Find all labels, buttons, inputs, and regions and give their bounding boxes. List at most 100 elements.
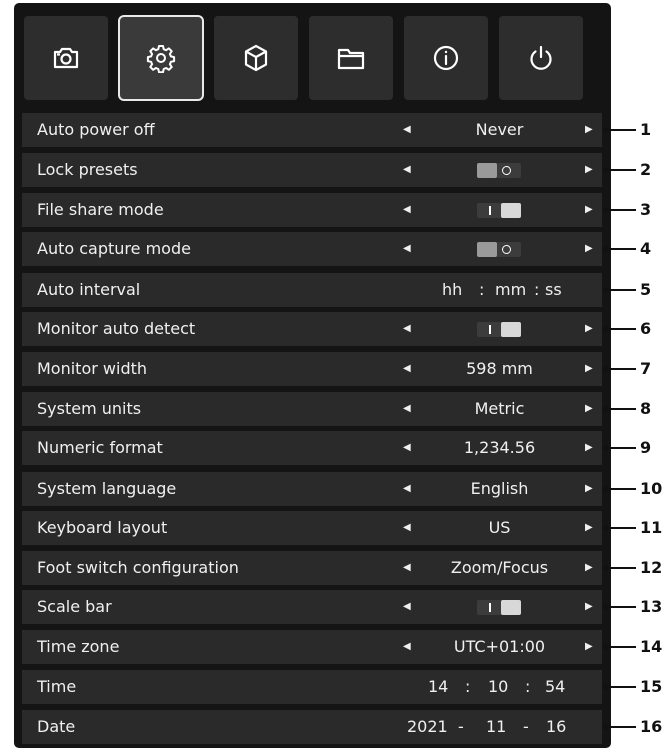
setting-value: Metric	[474, 399, 525, 418]
tab-camera[interactable]	[24, 16, 108, 100]
setting-keyboard-layout[interactable]: Keyboard layout ◀ US ▶	[22, 511, 602, 545]
arrow-left-icon[interactable]: ◀	[403, 551, 411, 585]
month-field[interactable]: 11	[486, 710, 506, 744]
callout-number: 9	[640, 438, 652, 457]
setting-foot-switch-configuration[interactable]: Foot switch configuration ◀ Zoom/Focus ▶	[22, 551, 602, 585]
setting-monitor-width[interactable]: Monitor width ◀ 598 mm ▶	[22, 352, 602, 386]
arrow-right-icon[interactable]: ▶	[585, 630, 593, 664]
setting-time-zone[interactable]: Time zone ◀ UTC+01:00 ▶	[22, 630, 602, 664]
time-separator: :	[479, 280, 485, 299]
setting-system-language[interactable]: System language ◀ English ▶	[22, 472, 602, 506]
setting-date[interactable]: Date 2021 - 11 - 16	[22, 710, 602, 744]
setting-numeric-format[interactable]: Numeric format ◀ 1,234.56 ▶	[22, 431, 602, 465]
day-field[interactable]: 16	[546, 710, 566, 744]
arrow-left-icon[interactable]: ◀	[403, 511, 411, 545]
arrow-right-icon[interactable]: ▶	[585, 113, 593, 147]
setting-value: 598 mm	[466, 359, 533, 378]
callout-dot	[603, 366, 609, 372]
arrow-left-icon[interactable]: ◀	[403, 153, 411, 187]
setting-system-units[interactable]: System units ◀ Metric ▶	[22, 392, 602, 426]
callout-dot	[603, 486, 609, 492]
setting-value: Never	[475, 120, 524, 139]
arrow-right-icon[interactable]: ▶	[585, 431, 593, 465]
arrow-right-icon[interactable]: ▶	[585, 551, 593, 585]
tab-files[interactable]	[309, 16, 393, 100]
callout-number: 4	[640, 239, 652, 258]
setting-auto-power-off[interactable]: Auto power off ◀ Never ▶	[22, 113, 602, 147]
arrow-right-icon[interactable]: ▶	[585, 392, 593, 426]
arrow-right-icon[interactable]: ▶	[585, 352, 593, 386]
tab-power[interactable]	[499, 16, 583, 100]
arrow-left-icon[interactable]: ◀	[403, 352, 411, 386]
callout-line	[606, 447, 636, 449]
toggle-knob	[477, 163, 497, 178]
arrow-left-icon[interactable]: ◀	[403, 113, 411, 147]
seconds-field[interactable]: ss	[545, 273, 562, 307]
callout-line	[606, 567, 636, 569]
toggle-off-symbol	[502, 166, 511, 175]
toggle-switch[interactable]	[477, 242, 521, 257]
arrow-left-icon[interactable]: ◀	[403, 232, 411, 266]
setting-lock-presets[interactable]: Lock presets ◀ ▶	[22, 153, 602, 187]
time-separator: :	[525, 677, 531, 696]
tab-info[interactable]	[404, 16, 488, 100]
callout-line	[606, 289, 636, 291]
setting-label: Scale bar	[37, 597, 112, 616]
callout-line	[606, 209, 636, 211]
toggle-knob	[501, 600, 521, 615]
arrow-right-icon[interactable]: ▶	[585, 153, 593, 187]
callout-number: 10	[640, 479, 663, 498]
setting-auto-interval[interactable]: Auto interval hh : mm : ss	[22, 273, 602, 307]
callout-number: 6	[640, 319, 652, 338]
toggle-switch[interactable]	[477, 600, 521, 615]
toggle-off-symbol	[502, 245, 511, 254]
arrow-left-icon[interactable]: ◀	[403, 193, 411, 227]
setting-scale-bar[interactable]: Scale bar ◀ ▶	[22, 590, 602, 624]
arrow-left-icon[interactable]: ◀	[403, 312, 411, 346]
arrow-left-icon[interactable]: ◀	[403, 472, 411, 506]
arrow-left-icon[interactable]: ◀	[403, 590, 411, 624]
arrow-right-icon[interactable]: ▶	[585, 232, 593, 266]
callout-number: 16	[640, 717, 663, 736]
arrow-right-icon[interactable]: ▶	[585, 193, 593, 227]
hours-field[interactable]: hh	[442, 273, 462, 307]
setting-label: Monitor auto detect	[37, 319, 196, 338]
tab-3d[interactable]	[214, 16, 298, 100]
toggle-knob	[501, 322, 521, 337]
arrow-right-icon[interactable]: ▶	[585, 312, 593, 346]
callout-dot	[603, 724, 609, 730]
toggle-switch[interactable]	[477, 322, 521, 337]
callout-dot	[603, 287, 609, 293]
minutes-field[interactable]: 10	[488, 670, 508, 704]
gear-icon	[146, 45, 176, 73]
setting-label: Keyboard layout	[37, 518, 168, 537]
arrow-left-icon[interactable]: ◀	[403, 431, 411, 465]
setting-label: Time	[37, 677, 77, 696]
setting-time[interactable]: Time 14 : 10 : 54	[22, 670, 602, 704]
callout-dot	[603, 326, 609, 332]
arrow-right-icon[interactable]: ▶	[585, 590, 593, 624]
toggle-switch[interactable]	[477, 203, 521, 218]
setting-monitor-auto-detect[interactable]: Monitor auto detect ◀ ▶	[22, 312, 602, 346]
callout-dot	[603, 167, 609, 173]
callout-number: 7	[640, 359, 652, 378]
year-field[interactable]: 2021	[407, 710, 448, 744]
toggle-switch[interactable]	[477, 163, 521, 178]
arrow-left-icon[interactable]: ◀	[403, 392, 411, 426]
setting-label: Lock presets	[37, 160, 138, 179]
setting-file-share-mode[interactable]: File share mode ◀ ▶	[22, 193, 602, 227]
arrow-right-icon[interactable]: ▶	[585, 511, 593, 545]
callout-dot	[603, 406, 609, 412]
hours-field[interactable]: 14	[428, 670, 448, 704]
minutes-field[interactable]: mm	[495, 273, 526, 307]
arrow-right-icon[interactable]: ▶	[585, 472, 593, 506]
tab-settings[interactable]	[118, 15, 204, 101]
callout-line	[606, 606, 636, 608]
setting-auto-capture-mode[interactable]: Auto capture mode ◀ ▶	[22, 232, 602, 266]
seconds-field[interactable]: 54	[545, 670, 565, 704]
arrow-left-icon[interactable]: ◀	[403, 630, 411, 664]
callout-number: 12	[640, 558, 663, 577]
setting-label: File share mode	[37, 200, 164, 219]
setting-value: English	[470, 479, 529, 498]
date-separator: -	[523, 717, 529, 736]
